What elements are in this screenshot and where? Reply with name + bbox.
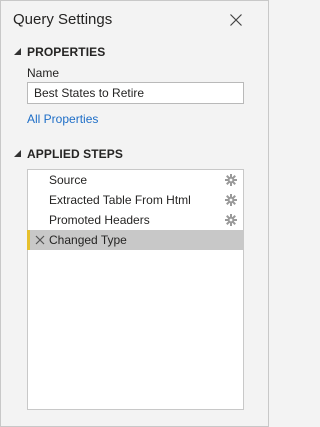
step-label: Changed Type: [49, 233, 127, 247]
close-button[interactable]: [228, 12, 244, 28]
pane-header: Query Settings: [13, 10, 258, 32]
step-changed-type[interactable]: Changed Type: [27, 230, 243, 250]
caret-down-icon: [14, 149, 21, 157]
query-settings-pane: Query Settings PROPERTIES Name All Prope…: [0, 0, 269, 427]
gear-icon[interactable]: [225, 214, 237, 226]
step-label: Source: [49, 173, 88, 187]
step-label: Promoted Headers: [49, 213, 150, 227]
all-properties-link[interactable]: All Properties: [27, 112, 98, 126]
step-promoted-headers[interactable]: Promoted Headers: [28, 210, 243, 230]
applied-steps-heading: APPLIED STEPS: [27, 147, 123, 161]
step-extracted-table-from-html[interactable]: Extracted Table From Html: [28, 190, 243, 210]
gear-icon[interactable]: [225, 194, 237, 206]
pane-title: Query Settings: [13, 11, 113, 28]
query-name-input[interactable]: [27, 82, 244, 104]
name-label: Name: [27, 66, 60, 80]
properties-section-header[interactable]: PROPERTIES: [13, 44, 105, 60]
step-source[interactable]: Source: [28, 170, 243, 190]
caret-down-icon: [14, 47, 21, 55]
applied-steps-section-header[interactable]: APPLIED STEPS: [13, 146, 123, 162]
properties-heading: PROPERTIES: [27, 45, 106, 59]
step-label: Extracted Table From Html: [49, 193, 191, 207]
close-icon: [230, 14, 242, 26]
delete-x-icon[interactable]: [35, 235, 45, 245]
gear-icon[interactable]: [225, 174, 237, 186]
applied-steps-list: Source Extracted Table From Html Promote…: [27, 169, 244, 410]
